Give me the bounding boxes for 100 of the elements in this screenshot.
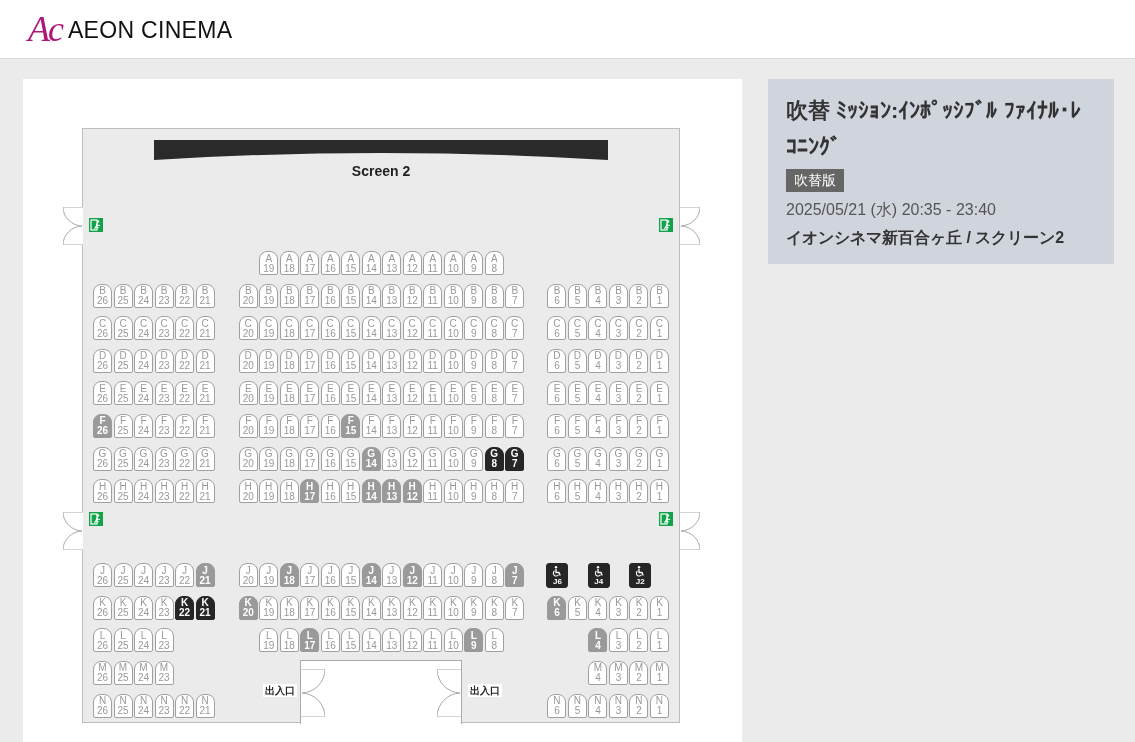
seat[interactable]: L 23 [154,628,174,653]
seat[interactable]: C 1 [650,316,669,341]
seat[interactable]: H 12 [402,479,422,504]
seat[interactable]: G 17 [300,446,320,471]
seat[interactable]: C 6 [547,316,567,341]
seat[interactable]: F 2 [629,413,649,438]
seat[interactable]: K 19 [259,595,279,620]
seat[interactable]: C 24 [134,316,153,341]
seat[interactable]: E 18 [279,381,299,406]
seat[interactable]: G 1 [650,446,669,471]
seat[interactable]: N 6 [547,693,567,718]
seat[interactable]: H 16 [320,479,340,504]
seat[interactable]: B 23 [154,283,174,308]
seat[interactable]: D 22 [175,348,194,373]
seat[interactable]: N 5 [568,693,587,718]
seat[interactable]: B 22 [175,283,194,308]
seat[interactable]: D 12 [402,348,422,373]
seat[interactable]: J 9 [464,563,484,588]
seat[interactable]: F 1 [650,413,669,438]
seat[interactable]: D 18 [279,348,299,373]
seat[interactable]: J 23 [154,563,174,588]
seat[interactable]: F 17 [300,413,320,438]
seat[interactable]: K 6 [547,595,567,620]
seat[interactable]: D 14 [361,348,381,373]
seat[interactable]: G 14 [361,446,381,471]
seat[interactable]: C 21 [195,316,215,341]
seat[interactable]: N 25 [113,693,133,718]
seat[interactable]: N 26 [93,693,112,718]
seat[interactable]: F 18 [279,413,299,438]
seat[interactable]: B 5 [568,283,587,308]
seat[interactable]: D 5 [568,348,587,373]
seat[interactable]: K 8 [484,595,504,620]
seat[interactable]: H 19 [259,479,279,504]
seat[interactable]: C 8 [484,316,504,341]
seat[interactable]: E 15 [341,381,361,406]
seat[interactable]: F 22 [175,413,194,438]
seat[interactable]: B 20 [238,283,258,308]
seat[interactable]: L 11 [423,628,443,653]
seat[interactable]: F 13 [382,413,402,438]
seat[interactable]: K 3 [609,595,628,620]
seat[interactable]: C 11 [423,316,443,341]
seat[interactable]: F 10 [443,413,463,438]
seat[interactable]: A 10 [443,251,463,275]
seat[interactable]: E 20 [238,381,258,406]
seat[interactable]: K 9 [464,595,484,620]
seat[interactable]: B 26 [93,283,112,308]
wheelchair-seat[interactable]: J4 [587,563,610,589]
seat[interactable]: A 16 [320,251,340,275]
seat[interactable]: C 10 [443,316,463,341]
seat[interactable]: K 2 [629,595,649,620]
seat[interactable]: H 13 [382,479,402,504]
seat[interactable]: D 9 [464,348,484,373]
seat[interactable]: E 5 [568,381,587,406]
seat[interactable]: C 5 [568,316,587,341]
seat[interactable]: B 9 [464,283,484,308]
seat[interactable]: C 12 [402,316,422,341]
seat[interactable]: H 10 [443,479,463,504]
seat[interactable]: G 19 [259,446,279,471]
seat[interactable]: J 8 [484,563,504,588]
seat[interactable]: H 23 [154,479,174,504]
seat[interactable]: J 25 [113,563,133,588]
seat[interactable]: J 10 [443,563,463,588]
seat[interactable]: H 3 [609,479,628,504]
seat[interactable]: D 11 [423,348,443,373]
seat[interactable]: H 22 [175,479,194,504]
seat[interactable]: H 18 [279,479,299,504]
seat[interactable]: K 7 [505,595,525,620]
seat[interactable]: E 6 [547,381,567,406]
seat[interactable]: D 4 [588,348,608,373]
seat[interactable]: L 18 [279,628,299,653]
seat[interactable]: K 10 [443,595,463,620]
seat[interactable]: F 4 [588,413,608,438]
seat[interactable]: L 24 [134,628,153,653]
seat[interactable]: C 14 [361,316,381,341]
seat[interactable]: K 18 [279,595,299,620]
seat[interactable]: B 13 [382,283,402,308]
seat[interactable]: E 9 [464,381,484,406]
seat[interactable]: N 3 [609,693,628,718]
seat[interactable]: K 26 [93,595,112,620]
seat[interactable]: M 3 [609,660,628,685]
seat[interactable]: A 15 [341,251,361,275]
seat[interactable]: L 17 [300,628,320,653]
seat[interactable]: E 13 [382,381,402,406]
seat[interactable]: F 23 [154,413,174,438]
seat[interactable]: L 4 [588,628,608,653]
seat[interactable]: G 15 [341,446,361,471]
seat[interactable]: D 13 [382,348,402,373]
seat[interactable]: E 3 [609,381,628,406]
seat[interactable]: J 11 [423,563,443,588]
seat[interactable]: D 15 [341,348,361,373]
seat[interactable]: D 1 [650,348,669,373]
seat[interactable]: H 17 [300,479,320,504]
seat[interactable]: L 8 [484,628,504,653]
seat[interactable]: H 14 [361,479,381,504]
seat[interactable]: B 12 [402,283,422,308]
seat[interactable]: C 4 [588,316,608,341]
seat[interactable]: A 17 [300,251,320,275]
seat[interactable]: H 15 [341,479,361,504]
seat[interactable]: M 26 [93,660,112,685]
seat[interactable]: K 4 [588,595,608,620]
